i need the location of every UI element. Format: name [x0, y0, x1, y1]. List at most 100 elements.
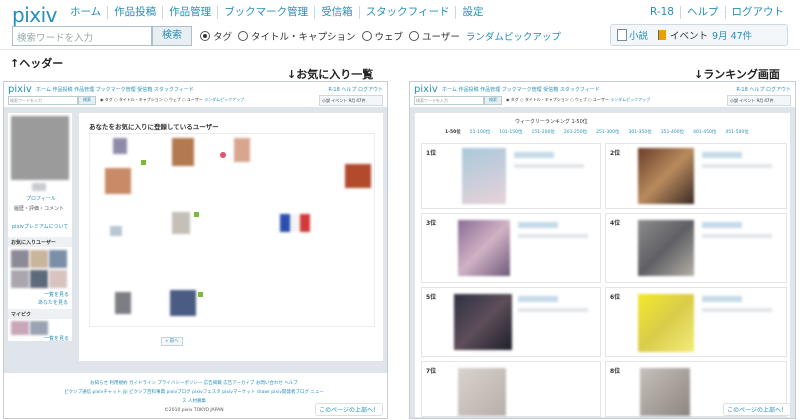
- footer-link[interactable]: お知らせ: [90, 381, 108, 386]
- fav-artwork[interactable]: [170, 290, 196, 316]
- radio-tag[interactable]: タグ: [200, 29, 232, 43]
- fav-avatar[interactable]: [113, 138, 127, 154]
- range-tab[interactable]: 51-100位: [470, 129, 490, 135]
- novel-link[interactable]: 小説: [611, 28, 648, 42]
- footer-link[interactable]: 広告アーカイブ: [223, 381, 254, 386]
- to-top-link[interactable]: このページの上部へ！: [723, 403, 791, 416]
- nav-logout[interactable]: ログアウト: [724, 6, 791, 19]
- mypick-see-all-link[interactable]: 一覧を見る: [44, 335, 69, 342]
- rank-item[interactable]: 7位: [421, 361, 601, 417]
- nav-help[interactable]: ヘルプ: [680, 6, 725, 19]
- nav-inbox[interactable]: 受信箱: [314, 6, 359, 19]
- nav-manage[interactable]: 作品管理: [162, 6, 217, 19]
- footer-link[interactable]: お問い合わせ: [256, 381, 283, 386]
- rank-artwork[interactable]: [458, 368, 506, 416]
- search-button[interactable]: 検索: [152, 26, 192, 46]
- favorites-title: あなたをお気に入りに登録しているユーザー: [89, 123, 219, 131]
- fav-see-all-link[interactable]: 一覧を見る: [44, 291, 69, 298]
- rank-artwork[interactable]: [638, 294, 694, 352]
- premium-link[interactable]: pixivプレミアムについて: [12, 223, 68, 230]
- rank-item[interactable]: 3位: [421, 213, 601, 283]
- search-input[interactable]: 検索ワードを入力: [12, 26, 152, 46]
- nav-stackfeed[interactable]: スタックフィード: [358, 6, 456, 19]
- footer-link[interactable]: 人材募集: [188, 399, 206, 404]
- radio-web[interactable]: ウェブ: [361, 29, 403, 43]
- rank-item[interactable]: 6位: [605, 287, 787, 357]
- rank-artwork[interactable]: [462, 148, 506, 204]
- fav-user-thumb[interactable]: [11, 270, 29, 288]
- rank-artwork[interactable]: [638, 220, 694, 276]
- rank-artwork[interactable]: [458, 220, 510, 276]
- range-tab[interactable]: 301-350位: [628, 129, 651, 135]
- range-tab[interactable]: 101-150位: [499, 129, 522, 135]
- footer-link[interactable]: プライバシーポリシー: [157, 381, 202, 386]
- footer-link[interactable]: ピクシブ通信: [64, 390, 91, 395]
- rank-item[interactable]: 4位: [605, 213, 787, 283]
- fav-user-thumb[interactable]: [49, 270, 67, 288]
- fav-user-thumb[interactable]: [30, 270, 48, 288]
- mini-search-button: 検索: [78, 96, 96, 105]
- rank-artwork[interactable]: [454, 294, 512, 350]
- mini-nav-bookmarks: ブックマーク管理: [501, 87, 542, 93]
- nav-home[interactable]: ホーム: [64, 6, 107, 19]
- fav-avatar[interactable]: [172, 212, 190, 234]
- mypick-thumb[interactable]: [11, 321, 29, 335]
- footer-link[interactable]: ガイドライン: [129, 381, 156, 386]
- ranking-screenshot: pixiv ホーム 作品投稿 作品管理 ブックマーク管理 受信箱 スタックフィー…: [409, 81, 796, 419]
- range-tab[interactable]: 451-500位: [725, 129, 748, 135]
- footer-link[interactable]: pixivブログ: [166, 390, 190, 395]
- range-tab[interactable]: 251-300位: [596, 129, 619, 135]
- footer-link[interactable]: pixivフェスタ: [192, 390, 221, 395]
- footer-link[interactable]: drawr: [257, 390, 270, 395]
- prev-page-button[interactable]: « 前へ: [161, 337, 183, 346]
- pixiv-logo[interactable]: pixiv: [12, 3, 57, 27]
- fav-avatar[interactable]: [110, 226, 122, 236]
- range-tab[interactable]: 151-200位: [532, 129, 555, 135]
- rank-artwork[interactable]: [640, 368, 690, 416]
- fav-artwork[interactable]: [280, 214, 310, 232]
- mini-radios: ◉ タグ ○ タイトル・キャプション ○ ウェブ ○ ユーザー ランダムピックア…: [506, 97, 651, 102]
- footer-link[interactable]: ピクシブ百科事典: [129, 390, 165, 395]
- mypick-thumb[interactable]: [30, 321, 48, 335]
- fav-artwork[interactable]: [345, 164, 371, 188]
- history-link[interactable]: 履歴・評価・コメント: [14, 205, 64, 212]
- footer-link[interactable]: jiji: [123, 390, 128, 395]
- fav-avatar[interactable]: [115, 292, 131, 314]
- radio-title[interactable]: タイトル・キャプション: [238, 29, 356, 43]
- radio-user[interactable]: ユーザー: [409, 29, 460, 43]
- rank-meta-blurred: [518, 308, 588, 312]
- fav-artwork[interactable]: [105, 168, 131, 194]
- footer-link[interactable]: pixivチャット: [93, 390, 122, 395]
- to-top-link[interactable]: このページの上部へ！: [315, 403, 383, 416]
- random-pickup-link[interactable]: ランダムピックアップ: [466, 29, 561, 43]
- your-fans-link[interactable]: あなたを見る: [38, 299, 68, 306]
- event-link[interactable]: イベント 9月 47件: [658, 28, 752, 42]
- fav-avatar[interactable]: [172, 138, 194, 166]
- range-tab[interactable]: 351-400位: [661, 129, 684, 135]
- rank-item[interactable]: 2位: [605, 143, 787, 209]
- mypick-heading: マイピク: [11, 312, 32, 318]
- ranking-range-tabs: 1-50位 51-100位 101-150位 151-200位 201-250位…: [445, 129, 749, 135]
- footer-link[interactable]: 広告掲載: [204, 381, 222, 386]
- rank-artwork[interactable]: [638, 148, 694, 204]
- footer-link[interactable]: pixiv開発者ブログ: [271, 390, 309, 395]
- rank-item[interactable]: 1位: [421, 143, 601, 209]
- mini-nav-logout: ログアウト: [357, 87, 383, 93]
- footer-link[interactable]: 利用規約: [110, 381, 128, 386]
- nav-r18[interactable]: R-18: [644, 6, 680, 19]
- fav-user-thumb[interactable]: [30, 250, 48, 268]
- range-tab[interactable]: 401-450位: [693, 129, 716, 135]
- range-tab-active[interactable]: 1-50位: [445, 129, 461, 135]
- fav-user-thumb[interactable]: [49, 250, 67, 268]
- fav-user-thumb[interactable]: [11, 250, 29, 268]
- fav-avatar[interactable]: [234, 138, 250, 162]
- mini-event: イベント: [331, 98, 348, 103]
- profile-link[interactable]: プロフィール: [26, 195, 56, 202]
- nav-settings[interactable]: 設定: [455, 6, 489, 19]
- footer-link[interactable]: ヘルプ: [284, 381, 298, 386]
- range-tab[interactable]: 201-250位: [564, 129, 587, 135]
- footer-link[interactable]: pixivマーケット: [222, 390, 255, 395]
- nav-bookmarks[interactable]: ブックマーク管理: [217, 6, 314, 19]
- nav-upload[interactable]: 作品投稿: [107, 6, 162, 19]
- rank-item[interactable]: 5位: [421, 287, 601, 357]
